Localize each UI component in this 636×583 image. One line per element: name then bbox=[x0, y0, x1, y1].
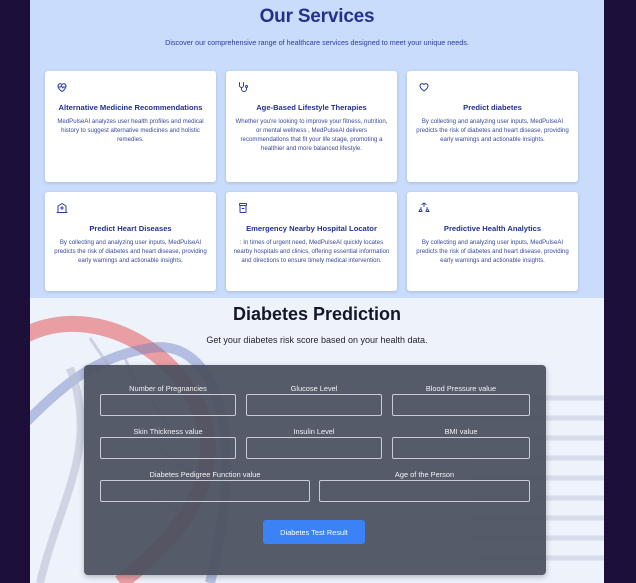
service-card-predict-diabetes[interactable]: Predict diabetes By collecting and analy… bbox=[407, 71, 578, 182]
card-description: By collecting and analyzing user inputs,… bbox=[416, 239, 569, 264]
skin-thickness-label: Skin Thickness value bbox=[133, 427, 203, 436]
blood-pressure-input[interactable] bbox=[392, 394, 530, 416]
insulin-label: Insulin Level bbox=[293, 427, 335, 436]
age-input[interactable] bbox=[319, 480, 530, 502]
diabetes-form: Number of Pregnancies Glucose Level Bloo… bbox=[84, 365, 546, 575]
pregnancies-label: Number of Pregnancies bbox=[129, 384, 207, 393]
age-label: Age of the Person bbox=[394, 470, 455, 479]
card-description: By collecting and analyzing user inputs,… bbox=[416, 118, 569, 143]
card-title: Age-Based Lifestyle Therapies bbox=[256, 103, 367, 112]
card-title: Emergency Nearby Hospital Locator bbox=[246, 224, 377, 233]
card-title: Predict Heart Diseases bbox=[89, 224, 172, 233]
bmi-label: BMI value bbox=[444, 427, 478, 436]
bmi-input[interactable] bbox=[392, 437, 530, 459]
card-description: MedPulseAI analyzes user health profiles… bbox=[57, 118, 204, 143]
hospital-icon bbox=[56, 202, 68, 214]
pedigree-function-input[interactable] bbox=[100, 480, 310, 502]
service-card-predictive-analytics[interactable]: Predictive Health Analytics By collectin… bbox=[407, 192, 578, 291]
glucose-input[interactable] bbox=[246, 394, 382, 416]
service-card-hospital-locator[interactable]: Emergency Nearby Hospital Locator : In t… bbox=[226, 192, 397, 291]
service-card-lifestyle-therapies[interactable]: Age-Based Lifestyle Therapies Whether yo… bbox=[226, 71, 397, 182]
pregnancies-input[interactable] bbox=[100, 394, 236, 416]
card-title: Predict diabetes bbox=[463, 103, 522, 112]
blood-pressure-label: Blood Pressure value bbox=[425, 384, 497, 393]
service-card-alternative-medicine[interactable]: Alternative Medicine Recommendations Med… bbox=[45, 71, 216, 182]
heart-icon bbox=[418, 81, 430, 93]
page-frame: Our Services Discover our comprehensive … bbox=[30, 0, 604, 583]
card-title: Predictive Health Analytics bbox=[443, 224, 542, 233]
card-description: : In times of urgent need, MedPulseAI qu… bbox=[233, 239, 390, 264]
diabetes-prediction-section: Diabetes Prediction Get your diabetes ri… bbox=[30, 298, 604, 583]
insulin-input[interactable] bbox=[246, 437, 382, 459]
services-section: Our Services Discover our comprehensive … bbox=[30, 0, 604, 298]
card-title: Alternative Medicine Recommendations bbox=[58, 103, 203, 112]
stethoscope-icon bbox=[237, 81, 249, 93]
medicine-bottle-icon bbox=[237, 202, 249, 214]
heart-pulse-icon bbox=[56, 81, 68, 93]
services-title: Our Services bbox=[259, 6, 375, 27]
prediction-title: Diabetes Prediction bbox=[232, 304, 402, 324]
card-description: By collecting and analyzing user inputs,… bbox=[54, 239, 207, 264]
diabetes-test-result-button[interactable]: Diabetes Test Result bbox=[263, 520, 365, 544]
service-card-predict-heart[interactable]: Predict Heart Diseases By collecting and… bbox=[45, 192, 216, 291]
skin-thickness-input[interactable] bbox=[100, 437, 236, 459]
pedigree-function-label: Diabetes Pedigree Function value bbox=[149, 470, 261, 479]
services-subtitle: Discover our comprehensive range of heal… bbox=[165, 38, 469, 47]
prediction-subtitle: Get your diabetes risk score based on yo… bbox=[206, 335, 428, 345]
card-description: Whether you're looking to improve your f… bbox=[235, 118, 388, 152]
glucose-label: Glucose Level bbox=[290, 384, 338, 393]
analytics-cycle-icon bbox=[418, 202, 430, 214]
